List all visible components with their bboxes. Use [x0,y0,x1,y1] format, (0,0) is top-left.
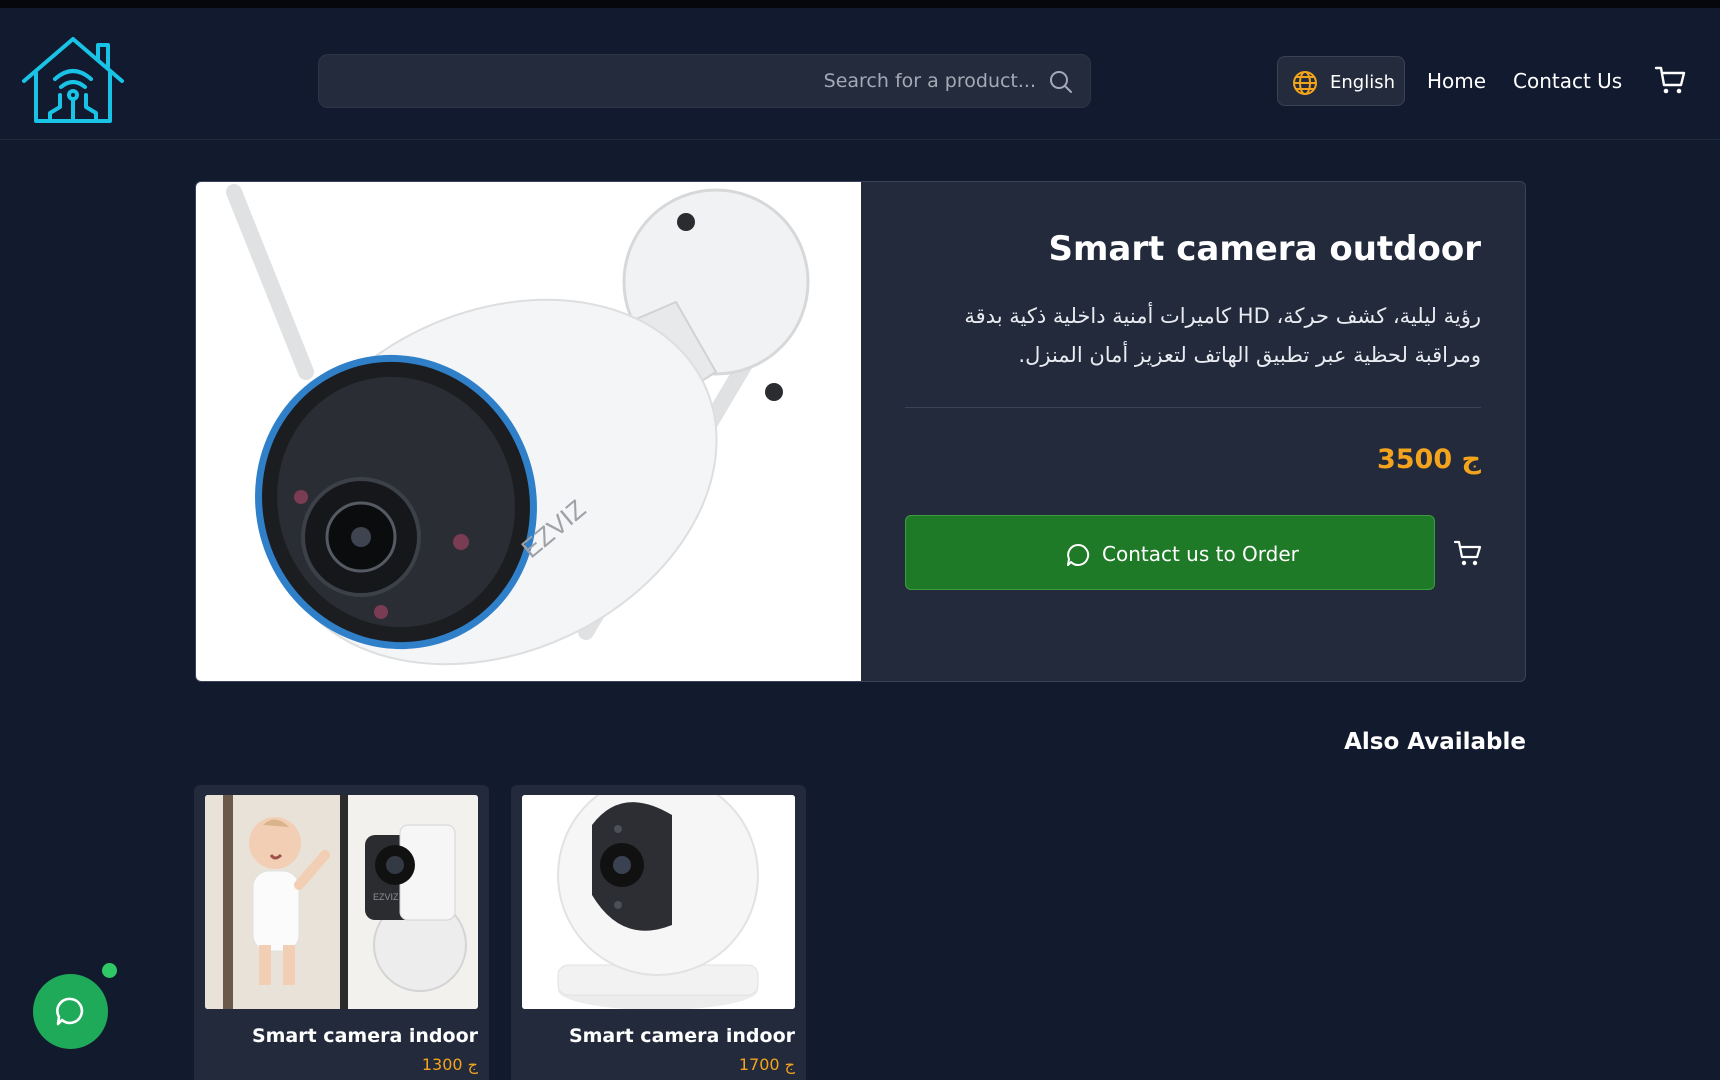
nav-home-link[interactable]: Home [1427,69,1486,93]
related-product-image: EZVIZ [205,795,478,1009]
chat-bubble-icon [53,994,88,1029]
product-detail-card: EZVIZ Smart camera outdoor رؤية ليلية، ك… [195,181,1526,682]
also-available-heading: Also Available [1344,729,1526,755]
product-info-panel: Smart camera outdoor رؤية ليلية، كشف حرك… [861,182,1525,681]
language-label: English [1330,72,1395,93]
divider [905,407,1481,408]
product-image: EZVIZ [196,182,861,681]
related-product-price: 1300 ج [421,1055,478,1074]
related-product-card[interactable]: EZVIZ Smart camera indoor 1300 ج [194,785,489,1080]
add-to-cart-icon[interactable] [1452,537,1484,569]
language-switch-button[interactable]: English [1277,56,1405,106]
top-navbar: Search for a product... English Home Con… [0,0,1720,140]
smart-home-logo-icon[interactable] [20,33,126,127]
search-placeholder: Search for a product... [823,70,1036,92]
chat-bubble-icon [1065,542,1091,568]
chat-floating-button[interactable] [33,974,108,1049]
related-product-card[interactable]: Smart camera indoor 1700 ج [511,785,806,1080]
online-status-dot [102,963,117,978]
mini-camera-brand-text: EZVIZ [373,892,399,902]
related-product-image [522,795,795,1009]
order-button-label: Contact us to Order [1102,542,1299,566]
search-icon[interactable] [1048,69,1074,95]
product-price: 3500 ج [1376,444,1481,475]
product-description: رؤية ليلية، كشف حركة، HD كاميرات أمنية د… [964,304,1481,367]
cart-icon[interactable] [1654,64,1686,96]
related-product-title: Smart camera indoor [568,1025,795,1047]
search-input[interactable]: Search for a product... [318,54,1091,108]
related-product-title: Smart camera indoor [251,1025,478,1047]
contact-to-order-button[interactable]: Contact us to Order [905,515,1435,590]
product-title: Smart camera outdoor [1048,229,1482,269]
nav-contact-link[interactable]: Contact Us [1513,69,1622,93]
globe-icon [1292,70,1318,96]
related-product-price: 1700 ج [738,1055,795,1074]
